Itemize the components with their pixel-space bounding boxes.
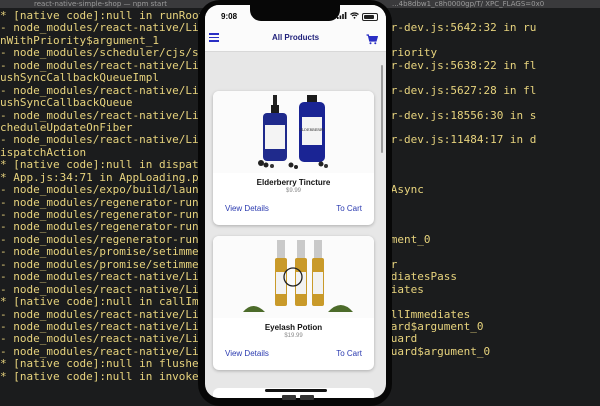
product-name: Eyelash Potion (264, 323, 323, 332)
phone-button (282, 395, 296, 400)
shopping-cart-icon[interactable] (366, 32, 379, 45)
status-icons (337, 12, 378, 21)
status-time: 9:08 (221, 12, 238, 21)
terminal-title: react-native-simple-shop — npm start (34, 0, 167, 8)
scrollbar[interactable] (381, 65, 383, 153)
phone-notch (250, 5, 340, 21)
product-price: $9.99 (285, 188, 301, 194)
product-image (213, 236, 374, 318)
product-card: ELDERBERRY Elderberry Tincture $9.99 Vie… (213, 91, 374, 225)
view-details-button[interactable]: View Details (225, 204, 269, 213)
product-card: Eyelash Potion $19.99 View Details To Ca… (213, 236, 374, 370)
view-details-button[interactable]: View Details (225, 349, 269, 358)
to-cart-button[interactable]: To Cart (336, 204, 362, 213)
page-title: All Products (271, 33, 320, 42)
product-image: ELDERBERRY (213, 91, 374, 173)
product-name: Elderberry Tincture (256, 178, 331, 187)
nav-bar: All Products (205, 25, 386, 52)
product-price: $19.99 (284, 333, 303, 339)
label-text: ELDERBERRY (299, 128, 325, 132)
phone-button (300, 395, 314, 400)
wifi-icon (350, 12, 359, 21)
signal-icon (337, 12, 347, 21)
battery-icon (362, 12, 378, 21)
terminal-title-right: ...4b8dbw1_c8h0000gp/T/ XPC_FLAGS=0x0 (392, 0, 545, 8)
to-cart-button[interactable]: To Cart (336, 349, 362, 358)
phone-screen: 9:08 All Products ELDERBERRY Elderberry … (205, 5, 386, 398)
home-indicator[interactable] (265, 389, 327, 392)
